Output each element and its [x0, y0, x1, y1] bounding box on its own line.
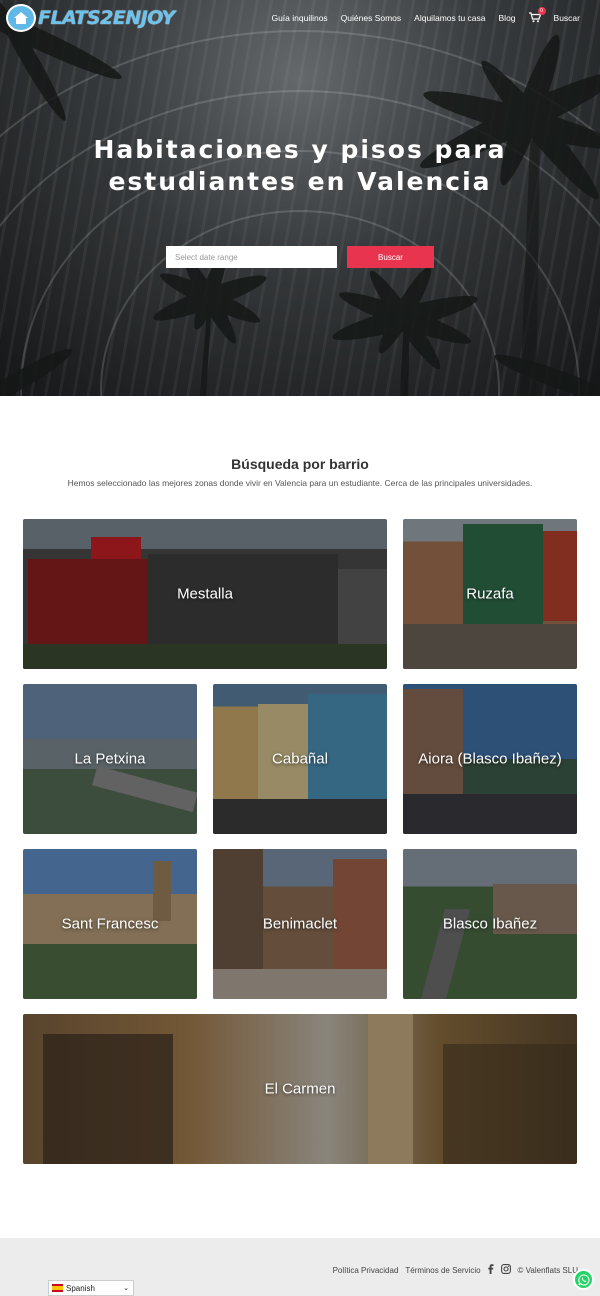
spain-flag-icon — [52, 1284, 63, 1292]
hero-title-line-1: Habitaciones y pisos para — [93, 135, 507, 164]
neighborhood-tile-mestalla[interactable]: Mestalla — [23, 519, 387, 669]
tile-label: Benimaclet — [262, 915, 338, 933]
nav-blog[interactable]: Blog — [499, 13, 516, 23]
hero-title-line-2: estudiantes en Valencia — [108, 167, 492, 196]
privacy-link[interactable]: Política Privacidad — [333, 1266, 399, 1275]
hero-banner: FLATS2ENJOY Guía inquilinos Quiénes Somo… — [0, 0, 600, 396]
tile-label: Mestalla — [177, 585, 233, 603]
palm-trees-illustration — [0, 0, 600, 396]
neighborhood-tile-el-carmen[interactable]: El Carmen — [23, 1014, 577, 1164]
copyright: © Valenflats SLU — [517, 1265, 578, 1275]
nav-buscar[interactable]: Buscar — [554, 13, 580, 23]
hero-title: Habitaciones y pisos para estudiantes en… — [0, 134, 600, 198]
instagram-icon[interactable] — [500, 1264, 511, 1276]
neighborhood-tile-cabanal[interactable]: Cabañal — [213, 684, 387, 834]
tile-label: Sant Francesc — [61, 915, 159, 933]
whatsapp-icon[interactable] — [573, 1269, 594, 1290]
tile-label: Blasco Ibañez — [442, 915, 538, 933]
site-logo[interactable]: FLATS2ENJOY — [6, 4, 175, 32]
neighborhood-tile-benimaclet[interactable]: Benimaclet — [213, 849, 387, 999]
neighborhood-tile-blasco-ibanez[interactable]: Blasco Ibañez — [403, 849, 577, 999]
facebook-icon[interactable] — [487, 1264, 494, 1276]
tile-label: Aiora (Blasco Ibañez) — [418, 750, 562, 768]
cart-count-badge: 0 — [537, 7, 546, 15]
house-icon — [6, 4, 36, 32]
footer-links: Política Privacidad Términos de Servicio… — [333, 1264, 578, 1276]
neighborhood-tile-la-petxina[interactable]: La Petxina — [23, 684, 197, 834]
cart-icon[interactable]: 0 — [528, 7, 546, 23]
language-label: Spanish — [66, 1283, 95, 1293]
tile-label: Ruzafa — [466, 585, 514, 603]
logo-text: FLATS2ENJOY — [38, 7, 175, 29]
main-nav: Guía inquilinos Quiénes Somos Alquilamos… — [271, 7, 580, 23]
tile-label: Cabañal — [272, 750, 328, 768]
terms-link[interactable]: Términos de Servicio — [405, 1266, 480, 1275]
language-select[interactable]: Spanish ⌄ — [48, 1280, 134, 1296]
section-title: Búsqueda por barrio — [231, 456, 369, 472]
tile-label: El Carmen — [264, 1080, 336, 1098]
nav-guia-inquilinos[interactable]: Guía inquilinos — [271, 13, 327, 23]
nav-quienes-somos[interactable]: Quiénes Somos — [341, 13, 401, 23]
chevron-down-icon: ⌄ — [123, 1285, 129, 1292]
neighborhood-tile-ruzafa[interactable]: Ruzafa — [403, 519, 577, 669]
nav-alquilamos-tu-casa[interactable]: Alquilamos tu casa — [414, 13, 485, 23]
neighborhood-tile-aiora[interactable]: Aiora (Blasco Ibañez) — [403, 684, 577, 834]
search-button[interactable]: Buscar — [347, 246, 434, 268]
section-subtitle: Hemos seleccionado las mejores zonas don… — [67, 478, 533, 488]
date-range-input[interactable]: Select date range — [166, 246, 337, 268]
tile-label: La Petxina — [74, 750, 146, 768]
neighborhood-tile-sant-francesc[interactable]: Sant Francesc — [23, 849, 197, 999]
site-header: FLATS2ENJOY Guía inquilinos Quiénes Somo… — [0, 0, 600, 36]
